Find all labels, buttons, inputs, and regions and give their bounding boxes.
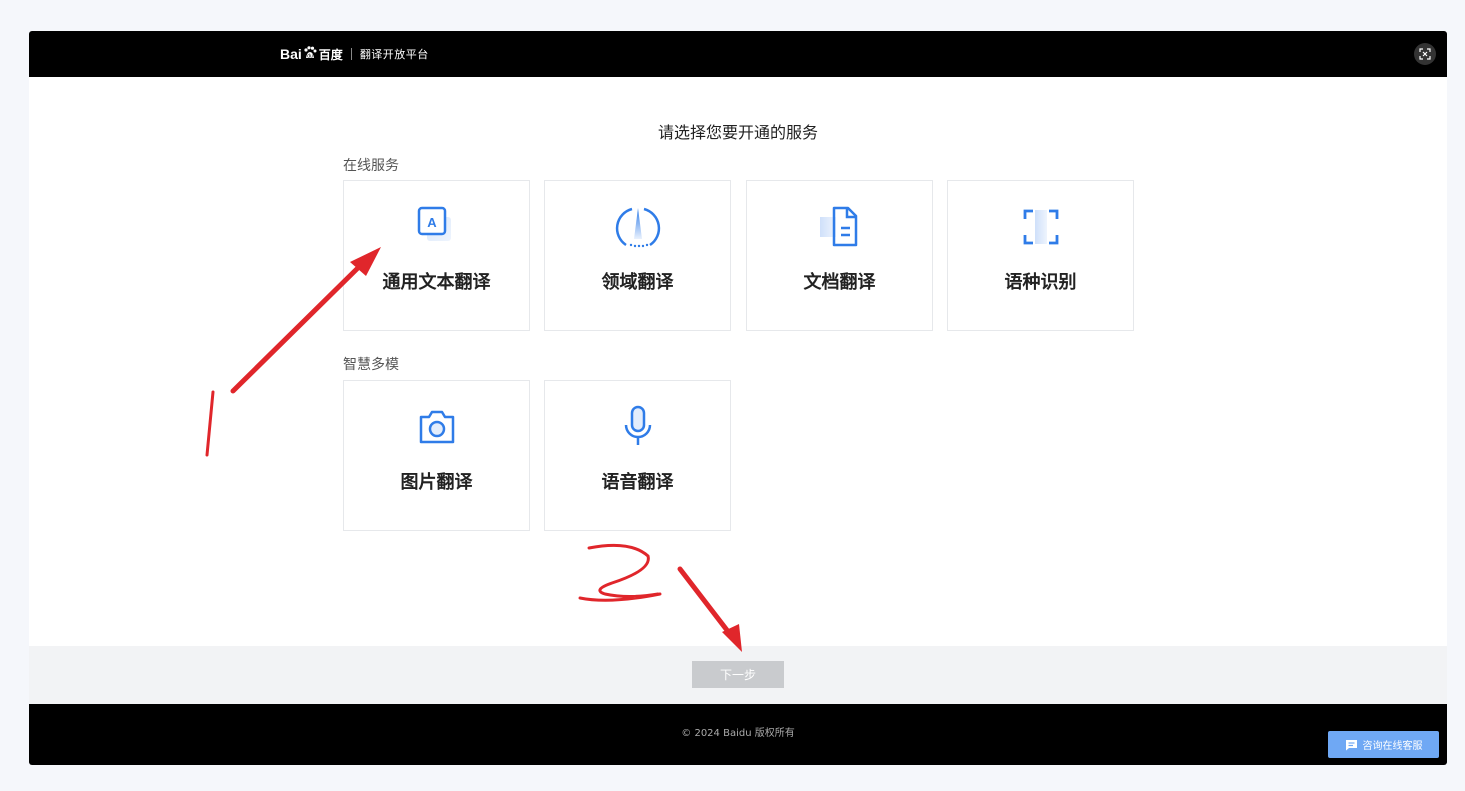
app-window: Bai du 百度 翻译开放平台 请选择您要开通的服务 在线服务 A 通用文本翻… xyxy=(29,31,1447,765)
card-language-detection[interactable]: 语种识别 xyxy=(947,180,1134,331)
card-image-translation[interactable]: 图片翻译 xyxy=(343,380,530,531)
action-bar: 下一步 xyxy=(29,646,1447,704)
text-translate-icon: A xyxy=(413,203,461,251)
svg-text:du: du xyxy=(307,54,313,60)
scan-frame-icon xyxy=(1017,203,1065,251)
platform-name: 翻译开放平台 xyxy=(359,48,429,61)
camera-icon xyxy=(413,403,461,451)
card-label: 领域翻译 xyxy=(601,272,674,293)
section-label-online-services: 在线服务 xyxy=(343,158,399,174)
card-document-translation[interactable]: 文档翻译 xyxy=(746,180,933,331)
logo-text-bai: Bai xyxy=(280,46,302,62)
brand-logo[interactable]: Bai du 百度 翻译开放平台 xyxy=(280,44,429,64)
card-speech-translation[interactable]: 语音翻译 xyxy=(544,380,731,531)
svg-text:A: A xyxy=(427,215,437,230)
card-label: 语音翻译 xyxy=(601,472,674,493)
paw-icon: du xyxy=(303,45,317,60)
card-label: 语种识别 xyxy=(1004,272,1077,293)
copyright-footer: © 2024 Baidu 版权所有 xyxy=(29,704,1447,765)
card-domain-translation[interactable]: 领域翻译 xyxy=(544,180,731,331)
card-label: 文档翻译 xyxy=(803,272,876,293)
online-support-label: 咨询在线客服 xyxy=(1362,741,1423,752)
online-support-button[interactable]: 咨询在线客服 xyxy=(1328,731,1439,758)
top-bar: Bai du 百度 翻译开放平台 xyxy=(29,31,1447,77)
exit-fullscreen-button[interactable] xyxy=(1414,43,1436,65)
page-title: 请选择您要开通的服务 xyxy=(657,123,818,142)
microphone-icon xyxy=(614,403,662,451)
exit-fullscreen-icon xyxy=(1419,48,1431,60)
card-label: 图片翻译 xyxy=(400,472,473,493)
domain-compass-icon xyxy=(614,203,662,251)
card-label: 通用文本翻译 xyxy=(382,272,491,293)
section-label-smart-multimodal: 智慧多模 xyxy=(343,357,399,373)
next-step-button[interactable]: 下一步 xyxy=(692,661,784,688)
document-icon xyxy=(816,203,864,251)
brand-separator xyxy=(350,48,352,60)
card-general-text-translation[interactable]: A 通用文本翻译 xyxy=(343,180,530,331)
chat-icon xyxy=(1345,739,1357,750)
logo-text-baidu-cn: 百度 xyxy=(318,47,343,62)
